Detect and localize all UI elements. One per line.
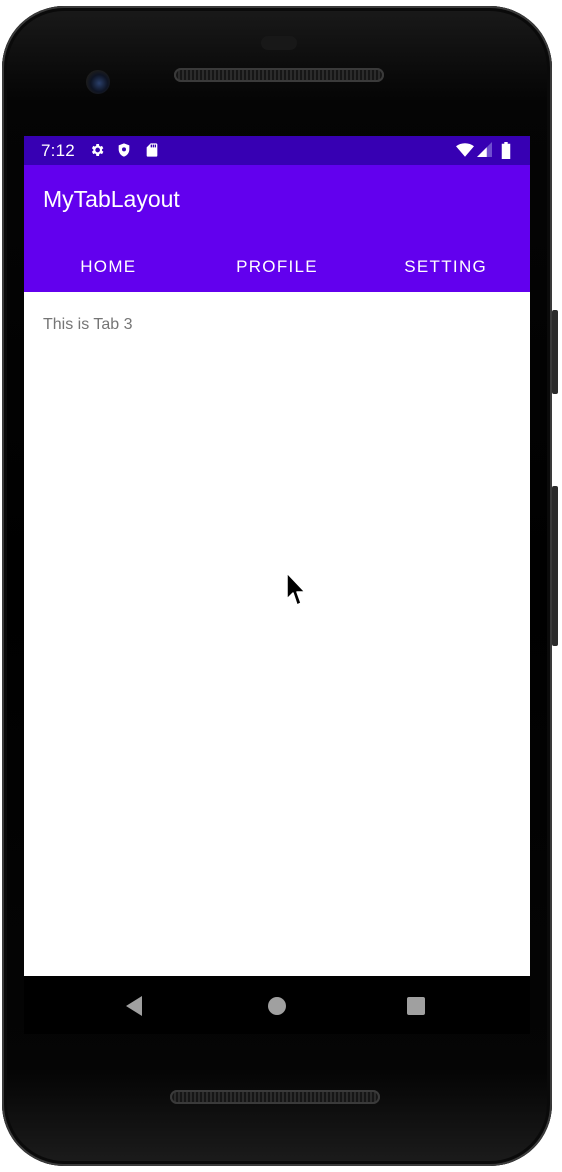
tab-setting[interactable]: SETTING xyxy=(361,242,530,292)
status-time: 7:12 xyxy=(41,141,75,160)
battery-icon xyxy=(501,142,511,159)
mouse-cursor-icon xyxy=(286,572,306,606)
cell-signal-icon xyxy=(477,142,492,157)
tab-content-text: This is Tab 3 xyxy=(43,316,133,333)
home-icon[interactable] xyxy=(263,992,291,1020)
app-bar: MyTabLayout HOME PROFILE SETTING xyxy=(24,165,530,292)
power-button xyxy=(552,310,558,394)
recents-icon[interactable] xyxy=(402,992,430,1020)
top-sensor xyxy=(261,36,297,50)
shield-icon xyxy=(118,143,130,157)
app-screen: 7:12 MyTabLayout HOME PROFILE SETTING Th… xyxy=(24,136,530,976)
bottom-speaker xyxy=(170,1090,380,1104)
volume-button xyxy=(552,486,558,646)
wifi-icon xyxy=(456,143,474,157)
sd-card-icon xyxy=(146,143,158,157)
navigation-bar xyxy=(24,976,530,1034)
tab-profile[interactable]: PROFILE xyxy=(193,242,362,292)
front-camera xyxy=(86,70,110,94)
app-title: MyTabLayout xyxy=(43,186,180,212)
back-icon[interactable] xyxy=(120,992,148,1020)
tab-home[interactable]: HOME xyxy=(24,242,193,292)
tab-bar: HOME PROFILE SETTING xyxy=(24,242,530,292)
status-bar: 7:12 xyxy=(24,136,530,165)
settings-icon xyxy=(91,144,104,156)
earpiece-speaker xyxy=(174,68,384,82)
